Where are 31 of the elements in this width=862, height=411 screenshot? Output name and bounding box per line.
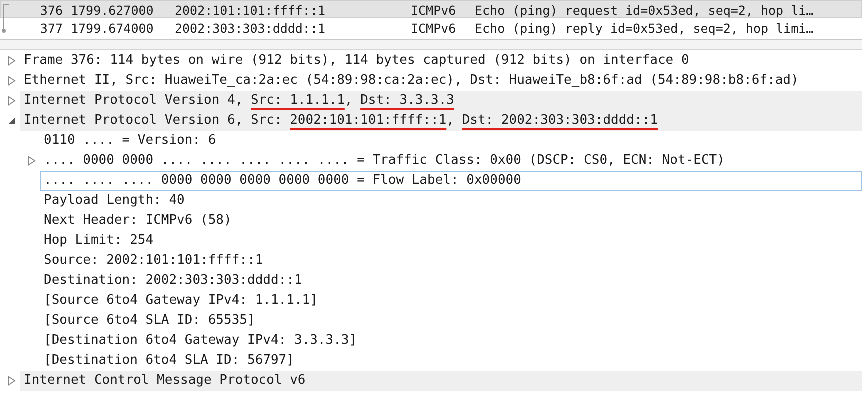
tree-item[interactable]: [Destination 6to4 SLA ID: 56797] (40, 351, 862, 371)
packet-info: Echo (ping) request id=0x53ed, seq=2, hop li… (474, 2, 815, 18)
collapsed-arrow-icon[interactable] (28, 156, 36, 166)
tree-item[interactable]: Internet Protocol Version 6, Src: 2002:101:101:ffff::1, Dst: 2002:303:303:dddd::1 (20, 111, 862, 131)
packet-info: Echo (ping) reply id=0x53ed, seq=2, hop limi… (474, 20, 815, 36)
packet-time: 1799.674000 (70, 20, 155, 36)
tree-item[interactable]: Destination: 2002:303:303:dddd::1 (40, 271, 862, 291)
expanded-arrow-icon[interactable] (8, 117, 16, 125)
tree-item[interactable]: Source: 2002:101:101:ffff::1 (40, 251, 862, 271)
tree-item[interactable]: [Destination 6to4 Gateway IPv4: 3.3.3.3] (40, 331, 862, 351)
tree-item[interactable]: Hop Limit: 254 (40, 231, 862, 251)
packet-source: 2002:303:303:dddd::1 (174, 20, 327, 36)
packet-row[interactable]: 376 1799.627000 2002:101:101:ffff::1 ICMPv6 Echo (ping) request id=0x53ed, seq=2, hop li… (0, 0, 862, 18)
tree-item[interactable]: Next Header: ICMPv6 (58) (40, 211, 862, 231)
tree-item[interactable]: Frame 376: 114 bytes on wire (912 bits), 114 bytes captured (912 bits) on interface 0 (20, 51, 862, 71)
packet-number: 377 (39, 20, 64, 36)
tree-item[interactable]: Payload Length: 40 (40, 191, 862, 211)
tree-item[interactable]: [Source 6to4 Gateway IPv4: 1.1.1.1] (40, 291, 862, 311)
tree-item[interactable]: Ethernet II, Src: HuaweiTe_ca:2a:ec (54:89:98:ca:2a:ec), Dst: HuaweiTe_b8:6f:ad (54:89:98:b8:6f:ad) (20, 71, 862, 91)
packet-protocol: ICMPv6 (410, 2, 458, 18)
tree-item[interactable]: .... .... .... 0000 0000 0000 0000 0000 = Flow Label: 0x00000 (40, 171, 862, 191)
tree-item[interactable]: Internet Control Message Protocol v6 (20, 371, 862, 391)
collapsed-arrow-icon[interactable] (8, 376, 16, 386)
packet-time: 1799.627000 (70, 2, 155, 18)
packet-protocol: ICMPv6 (410, 20, 458, 36)
tree-item[interactable]: .... 0000 0000 .... .... .... .... .... = Traffic Class: 0x00 (DSCP: CS0, ECN: Not-ECT) (40, 151, 862, 171)
tree-item[interactable]: Internet Protocol Version 4, Src: 1.1.1.1, Dst: 3.3.3.3 (20, 91, 862, 111)
packet-number: 376 (39, 2, 64, 18)
tree-item[interactable]: 0110 .... = Version: 6 (40, 131, 862, 151)
tree-item[interactable]: [Source 6to4 SLA ID: 65535] (40, 311, 862, 331)
packet-source: 2002:101:101:ffff::1 (174, 2, 327, 18)
